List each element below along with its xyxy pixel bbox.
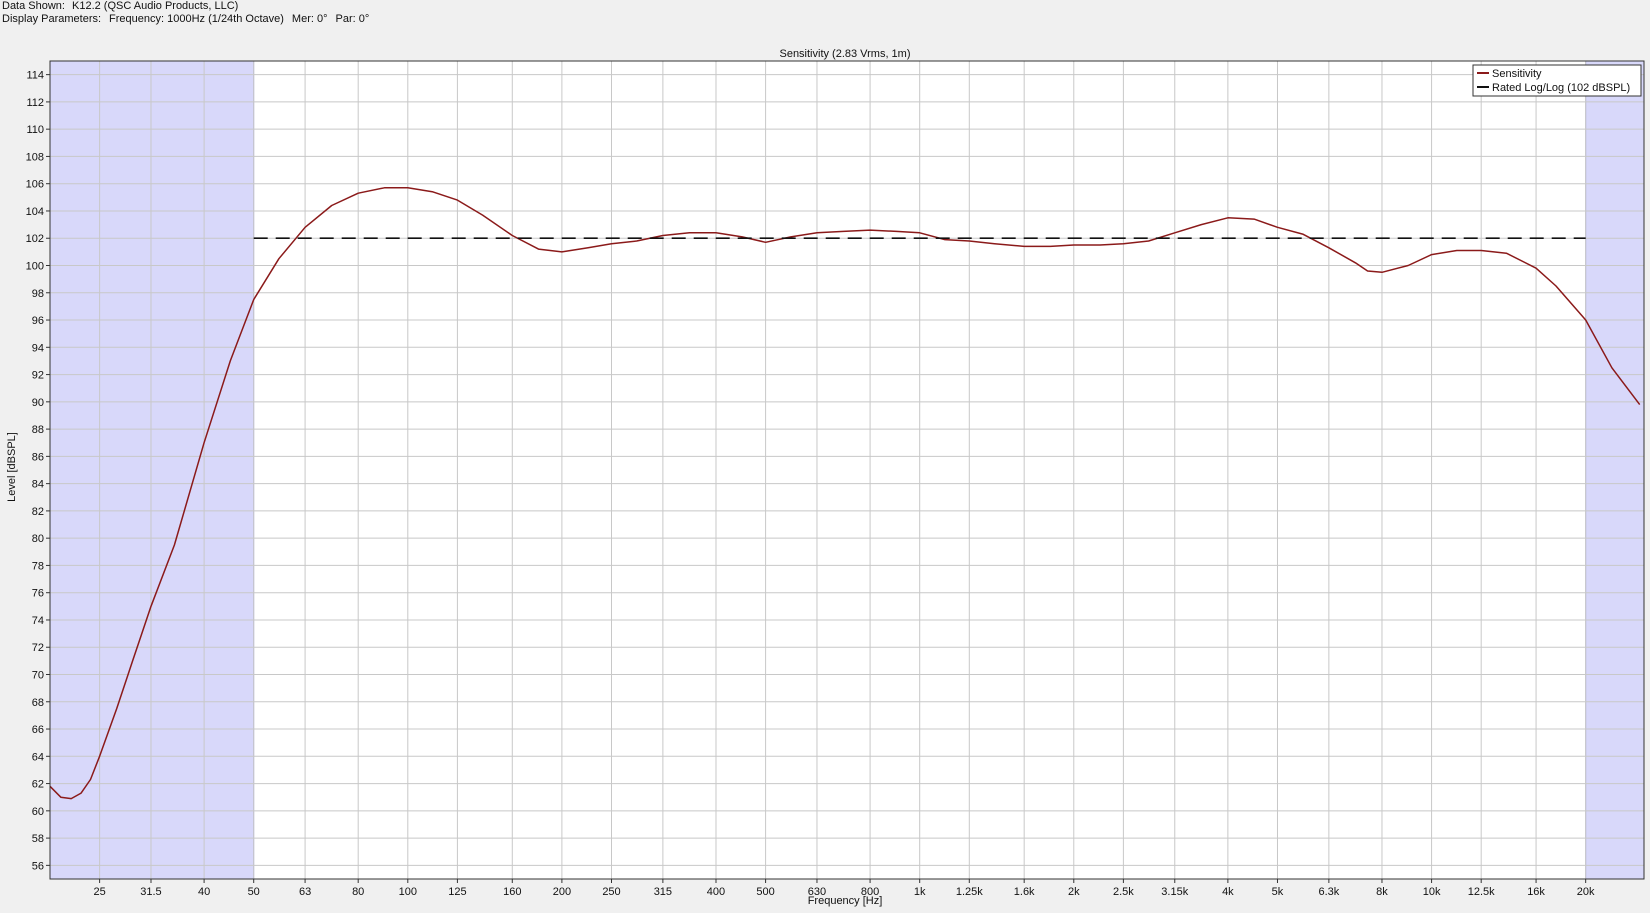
y-tick-label-104: 104 [26, 206, 44, 218]
x-tick-label-10k: 10k [1423, 886, 1441, 898]
x-tick-label-315: 315 [654, 886, 672, 898]
y-tick-label-102: 102 [26, 233, 44, 245]
x-tick-label-25: 25 [93, 886, 105, 898]
x-tick-label-400: 400 [707, 886, 725, 898]
y-tick-label-94: 94 [32, 342, 44, 354]
y-tick-label-82: 82 [32, 506, 44, 518]
x-tick-label-16k: 16k [1527, 886, 1545, 898]
y-tick-label-108: 108 [26, 151, 44, 163]
y-axis-ticks: 56 58 60 62 64 66 68 70 72 74 76 78 80 82 84 86 88 90 92 94… [26, 70, 50, 872]
y-axis-label: Level [dBSPL] [6, 432, 18, 502]
x-tick-label-125: 125 [448, 886, 466, 898]
y-tick-label-96: 96 [32, 315, 44, 327]
x-tick-label-1k: 1k [914, 886, 926, 898]
x-tick-label-4k: 4k [1222, 886, 1234, 898]
y-tick-label-66: 66 [32, 724, 44, 736]
y-tick-label-90: 90 [32, 397, 44, 409]
y-tick-label-58: 58 [32, 833, 44, 845]
y-tick-label-68: 68 [32, 697, 44, 709]
y-tick-label-98: 98 [32, 288, 44, 300]
chart-legend: Sensitivity Rated Log/Log (102 dBSPL) [1472, 64, 1642, 97]
x-tick-label-100: 100 [399, 886, 417, 898]
y-tick-label-78: 78 [32, 560, 44, 572]
x-axis-label: Frequency [Hz] [808, 895, 883, 907]
x-tick-label-8k: 8k [1376, 886, 1388, 898]
y-tick-label-72: 72 [32, 642, 44, 654]
y-tick-label-114: 114 [26, 70, 44, 82]
x-tick-label-31-5: 31.5 [140, 886, 161, 898]
x-tick-label-20k: 20k [1577, 886, 1595, 898]
y-tick-label-70: 70 [32, 670, 44, 682]
y-tick-label-86: 86 [32, 451, 44, 463]
y-tick-label-80: 80 [32, 533, 44, 545]
y-tick-label-74: 74 [32, 615, 44, 627]
y-tick-label-84: 84 [32, 479, 44, 491]
x-tick-label-50: 50 [248, 886, 260, 898]
y-tick-label-100: 100 [26, 261, 44, 273]
y-tick-label-110: 110 [26, 124, 44, 136]
x-tick-label-200: 200 [553, 886, 571, 898]
x-tick-label-5k: 5k [1272, 886, 1284, 898]
y-tick-label-62: 62 [32, 779, 44, 791]
x-tick-label-12-5k: 12.5k [1468, 886, 1495, 898]
x-tick-label-63: 63 [299, 886, 311, 898]
x-tick-label-2k: 2k [1068, 886, 1080, 898]
y-tick-label-112: 112 [26, 97, 44, 109]
y-tick-label-64: 64 [32, 751, 44, 763]
sensitivity-chart: 56 58 60 62 64 66 68 70 72 74 76 78 80 82 84 86 88 90 92 94… [6, 48, 1645, 907]
x-tick-label-250: 250 [602, 886, 620, 898]
x-tick-label-3-15k: 3.15k [1161, 886, 1188, 898]
y-tick-label-56: 56 [32, 860, 44, 872]
y-tick-label-106: 106 [26, 179, 44, 191]
legend-label-sensitivity: Sensitivity [1492, 68, 1542, 80]
y-tick-label-92: 92 [32, 370, 44, 382]
x-tick-label-80: 80 [352, 886, 364, 898]
x-tick-label-2-5k: 2.5k [1113, 886, 1134, 898]
x-tick-label-1-6k: 1.6k [1014, 886, 1035, 898]
y-tick-label-60: 60 [32, 806, 44, 818]
x-tick-label-500: 500 [756, 886, 774, 898]
x-tick-label-40: 40 [198, 886, 210, 898]
x-tick-label-160: 160 [503, 886, 521, 898]
y-tick-label-88: 88 [32, 424, 44, 436]
chart-title: Sensitivity (2.83 Vrms, 1m) [779, 48, 910, 60]
x-tick-label-1-25k: 1.25k [956, 886, 983, 898]
y-tick-label-76: 76 [32, 588, 44, 600]
legend-label-rated: Rated Log/Log (102 dBSPL) [1492, 82, 1630, 94]
x-tick-label-6-3k: 6.3k [1318, 886, 1339, 898]
